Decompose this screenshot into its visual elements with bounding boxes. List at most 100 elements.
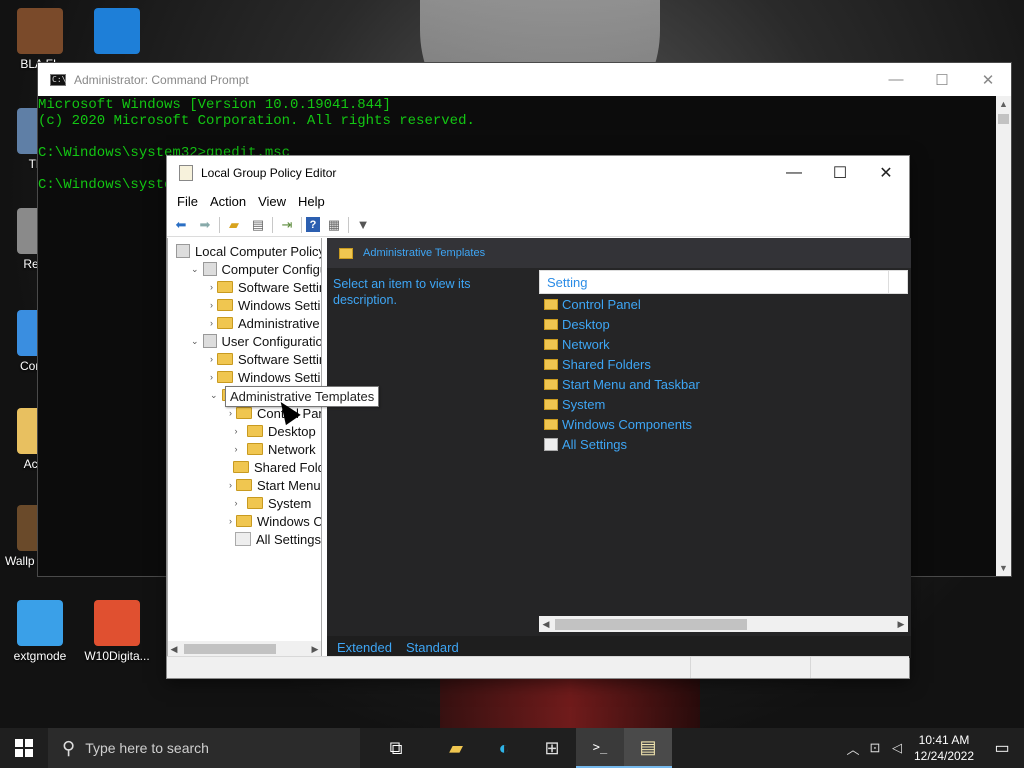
list-item[interactable]: Start Menu and Taskbar [539,374,908,394]
list-hscrollbar[interactable]: ◀ ▶ [539,616,908,632]
edge-icon[interactable]: ◐ [480,728,528,768]
expand-icon[interactable]: › [210,354,213,364]
app-icon [17,8,63,54]
gpedit-titlebar[interactable]: Local Group Policy Editor — ☐ ✕ [167,156,909,190]
cmd-taskbar-icon[interactable]: >_ [576,728,624,768]
scroll-right-icon[interactable]: ▶ [309,644,321,655]
list-item[interactable]: Network [539,334,908,354]
scroll-left-icon[interactable]: ◀ [539,619,553,630]
tree-item[interactable]: › Windows Settin [168,368,321,386]
tree-item[interactable]: ⌄ User Configuration [168,332,321,350]
clock-date: 12/24/2022 [913,749,975,763]
collapse-icon[interactable]: ⌄ [191,336,199,347]
scroll-down-icon[interactable]: ▼ [996,560,1011,576]
tree-item-label: Software Settin [238,351,322,367]
list-item[interactable]: Shared Folders [539,354,908,374]
start-button[interactable] [0,728,48,768]
expand-icon[interactable]: › [229,408,232,418]
scroll-right-icon[interactable]: ▶ [894,619,908,630]
scroll-thumb[interactable] [555,618,747,630]
menu-view[interactable]: View [252,194,292,209]
column-header-setting[interactable]: Setting [539,270,908,294]
scroll-thumb[interactable] [998,114,1009,124]
tree-item[interactable]: › Software Settings [168,278,321,296]
list-item[interactable]: All Settings [539,434,908,454]
desktop-icon[interactable]: extgmode [5,600,75,663]
gpedit-title: Local Group Policy Editor [201,166,337,180]
list-item[interactable]: System [539,394,908,414]
close-button[interactable]: ✕ [863,163,909,183]
forward-arrow-icon[interactable]: ➡ [195,216,215,234]
scroll-thumb[interactable] [184,644,276,654]
list-item[interactable]: Desktop [539,314,908,334]
task-view-icon[interactable]: ⧉ [360,728,432,768]
search-box[interactable]: ⚲ Type here to search [48,728,360,768]
network-icon[interactable]: ⊡ [864,740,886,756]
notification-icon[interactable]: ▭ [980,738,1024,758]
tree-item[interactable]: › Desktop [168,422,321,440]
filter-icon[interactable]: ▼ [353,216,373,234]
minimize-button[interactable]: — [873,71,919,88]
expand-icon[interactable]: › [210,282,213,292]
clock[interactable]: 10:41 AM 12/24/2022 [908,732,980,764]
show-hide-tree-icon[interactable]: ▤ [248,216,268,234]
tab-extended[interactable]: Extended [337,640,392,655]
close-button[interactable]: ✕ [965,71,1011,89]
tree-item[interactable]: Local Computer Policy [168,242,321,260]
gpedit-window[interactable]: Local Group Policy Editor — ☐ ✕ File Act… [166,155,911,679]
folder-icon [247,497,263,509]
tree-item[interactable]: › Windows Co [168,512,321,530]
store-icon[interactable]: ⊞ [528,728,576,768]
menu-help[interactable]: Help [292,194,331,209]
tree-item[interactable]: All Settings [168,530,321,548]
maximize-button[interactable]: ☐ [919,71,965,89]
tree-item-label: User Configuration [221,333,322,349]
expand-icon[interactable]: › [229,516,232,526]
desktop-icon[interactable] [82,8,152,57]
scroll-left-icon[interactable]: ◀ [168,644,180,655]
scroll-up-icon[interactable]: ▲ [996,96,1011,112]
expand-icon[interactable]: › [210,318,213,328]
menu-action[interactable]: Action [204,194,252,209]
collapse-icon[interactable]: ⌄ [191,264,199,275]
properties-icon[interactable]: ▦ [324,216,344,234]
back-arrow-icon[interactable]: ⬅ [171,216,191,234]
minimize-button[interactable]: — [771,164,817,182]
list-item[interactable]: Windows Components [539,414,908,434]
cmd-titlebar[interactable]: C:\ Administrator: Command Prompt — ☐ ✕ [38,63,1011,96]
folder-icon [217,299,233,311]
collapse-icon[interactable]: ⌄ [210,390,218,401]
tree-item[interactable]: › Administrative T [168,314,321,332]
export-list-icon[interactable]: ⇥ [277,216,297,234]
tree-item[interactable]: › System [168,494,321,512]
tree-item[interactable]: › Network [168,440,321,458]
tree-item[interactable]: › Start Menu a [168,476,321,494]
taskbar: ⚲ Type here to search ⧉ ▰ ◐ ⊞ >_ ▤ ︿ ⊡ ◁… [0,728,1024,768]
expand-icon[interactable]: › [229,444,243,454]
expand-icon[interactable]: › [210,372,213,382]
menu-file[interactable]: File [171,194,204,209]
desktop-icon[interactable]: W10Digita... [82,600,152,663]
tree-item[interactable]: › Software Settin [168,350,321,368]
file-explorer-icon[interactable]: ▰ [432,728,480,768]
volume-muted-icon[interactable]: ◁ [886,740,908,756]
gpedit-taskbar-icon[interactable]: ▤ [624,728,672,768]
maximize-button[interactable]: ☐ [817,163,863,183]
list-item[interactable]: Control Panel [539,294,908,314]
expand-icon[interactable]: › [229,498,243,508]
help-icon[interactable]: ? [306,217,320,232]
expand-icon[interactable]: › [229,480,232,490]
tree-item[interactable]: ⌄ Computer Configura [168,260,321,278]
tree-item[interactable]: Shared Fold [168,458,321,476]
search-placeholder: Type here to search [85,740,209,756]
show-hidden-icons-icon[interactable]: ︿ [842,739,864,758]
tree-item[interactable]: › Windows Settin [168,296,321,314]
up-folder-icon[interactable]: ▰ [224,216,244,234]
tree-hscrollbar[interactable]: ◀ ▶ [168,641,321,657]
cmd-scrollbar[interactable]: ▲ ▼ [996,96,1011,576]
expand-icon[interactable]: › [229,426,243,436]
list-item-label: Start Menu and Taskbar [562,376,700,392]
tab-standard[interactable]: Standard [406,640,459,655]
expand-icon[interactable]: › [210,300,213,310]
folder-icon [544,338,558,350]
